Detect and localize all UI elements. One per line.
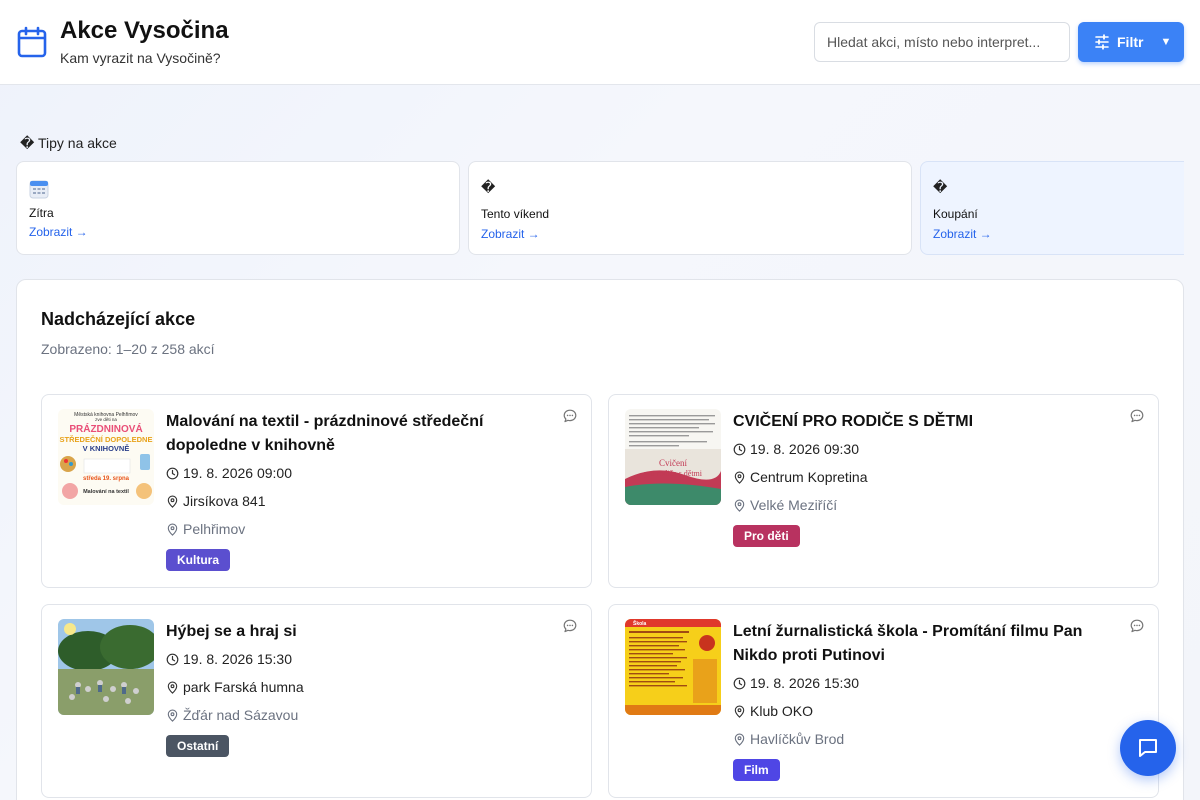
clock-icon [166, 467, 179, 479]
tip-link-weekend[interactable]: Zobrazit → [481, 227, 540, 241]
tip-link-tomorrow[interactable]: Zobrazit → [29, 225, 88, 239]
map-pin-icon [167, 708, 178, 722]
map-pin-icon [167, 680, 178, 694]
event-city: Velké Meziříčí [750, 497, 838, 513]
event-city: Havlíčkův Brod [750, 731, 845, 747]
event-card[interactable]: Škola Letní žurnalistická škola - Promít… [608, 604, 1159, 798]
filter-button[interactable]: Filtr ▼ [1078, 22, 1184, 62]
comment-icon[interactable] [1129, 408, 1145, 424]
app-header: Akce Vysočina Kam vyrazit na Vysočině? F… [0, 0, 1200, 85]
event-title[interactable]: Malování na textil - prázdninové středeč… [166, 410, 546, 458]
chevron-down-icon: ▼ [1160, 36, 1172, 48]
event-datetime-row: 19. 8. 2026 09:00 [166, 465, 292, 481]
event-venue: park Farská humna [183, 679, 304, 695]
tip-card-weekend[interactable]: � Tento víkend Zobrazit → [468, 161, 912, 255]
thumb-text: STŘEDEČNÍ DOPOLEDNE [60, 435, 153, 444]
comment-icon[interactable] [562, 408, 578, 424]
thumb-text: Škola [633, 619, 647, 627]
clock-icon [733, 443, 746, 455]
event-datetime: 19. 8. 2026 15:30 [750, 675, 859, 691]
category-badge[interactable]: Ostatní [166, 735, 230, 757]
clock-icon [733, 677, 746, 689]
event-city-row: Pelhřimov [166, 521, 245, 537]
thumb-text: středa 19. srpna [83, 476, 130, 482]
thumb-text: Malování na textil [83, 489, 129, 495]
event-card[interactable]: Městská knihovna Pelhřimov zve děti na P… [41, 394, 592, 588]
missing-glyph-icon: � [933, 179, 948, 195]
event-datetime: 19. 8. 2026 15:30 [183, 651, 292, 667]
map-pin-icon [734, 704, 745, 718]
filter-label: Filtr [1117, 34, 1144, 50]
event-card[interactable]: Cvičení pro rodiče s dětmi CVIČENÍ PRO R… [608, 394, 1159, 588]
events-count: Zobrazeno: 1–20 z 258 akcí [41, 341, 215, 357]
event-datetime-row: 19. 8. 2026 15:30 [166, 651, 292, 667]
thumb-text: zve děti na [95, 417, 117, 422]
category-badge[interactable]: Kultura [166, 549, 230, 571]
app-subtitle: Kam vyrazit na Vysočině? [60, 50, 221, 66]
event-venue-row: park Farská humna [166, 679, 304, 695]
event-datetime-row: 19. 8. 2026 09:30 [733, 441, 859, 457]
map-pin-icon [734, 498, 745, 512]
category-badge[interactable]: Pro děti [733, 525, 800, 547]
event-venue: Klub OKO [750, 703, 814, 719]
event-thumbnail[interactable]: Cvičení pro rodiče s dětmi [625, 409, 721, 505]
chat-icon [1139, 739, 1157, 757]
map-pin-icon [734, 470, 745, 484]
events-panel: Nadcházející akce Zobrazeno: 1–20 z 258 … [16, 279, 1184, 800]
event-card[interactable]: Hýbej se a hraj si 19. 8. 2026 15:30 par… [41, 604, 592, 798]
category-badge[interactable]: Film [733, 759, 780, 781]
thumb-text: V KNIHOVNĚ [83, 444, 130, 453]
tip-label-weekend: Tento víkend [481, 207, 550, 221]
tip-link-swimming[interactable]: Zobrazit → [933, 227, 992, 241]
events-title: Nadcházející akce [41, 309, 196, 329]
tip-label-tomorrow: Zítra [29, 206, 54, 220]
event-thumbnail[interactable]: Škola [625, 619, 721, 715]
tip-label-swimming: Koupání [933, 207, 978, 221]
calendar-icon [29, 180, 49, 199]
event-venue-row: Jirsíkova 841 [166, 493, 265, 509]
event-venue-row: Klub OKO [733, 703, 813, 719]
calendar-icon [17, 26, 47, 58]
event-datetime: 19. 8. 2026 09:30 [750, 441, 859, 457]
event-venue-row: Centrum Kopretina [733, 469, 868, 485]
comment-icon[interactable] [1129, 618, 1145, 634]
map-pin-icon [734, 732, 745, 746]
tips-heading: � Tipy na akce [20, 135, 117, 151]
event-title[interactable]: Letní žurnalistická škola - Promítání fi… [733, 620, 1113, 668]
chat-button[interactable] [1120, 720, 1176, 776]
event-title[interactable]: CVIČENÍ PRO RODIČE S DĚTMI [733, 410, 1113, 434]
thumb-text: pro rodiče s dětmi [644, 469, 703, 478]
event-venue: Centrum Kopretina [750, 469, 868, 485]
clock-icon [166, 653, 179, 665]
app-title: Akce Vysočina [60, 17, 229, 44]
event-city-row: Velké Meziříčí [733, 497, 837, 513]
map-pin-icon [167, 522, 178, 536]
thumb-text: Cvičení [659, 458, 687, 468]
sliders-icon [1095, 34, 1109, 50]
comment-icon[interactable] [562, 618, 578, 634]
thumb-text: PRÁZDNINOVÁ [69, 422, 142, 435]
event-datetime-row: 19. 8. 2026 15:30 [733, 675, 859, 691]
event-venue: Jirsíkova 841 [183, 493, 266, 509]
event-city-row: Havlíčkův Brod [733, 731, 844, 747]
event-city: Pelhřimov [183, 521, 246, 537]
missing-glyph-icon: � [481, 179, 496, 195]
event-thumbnail[interactable]: Městská knihovna Pelhřimov zve děti na P… [58, 409, 154, 505]
event-title[interactable]: Hýbej se a hraj si [166, 620, 546, 644]
tip-card-swimming[interactable]: � Koupání Zobrazit → [920, 161, 1184, 255]
event-city: Žďár nad Sázavou [183, 707, 299, 723]
tip-card-tomorrow[interactable]: Zítra Zobrazit → [16, 161, 460, 255]
event-datetime: 19. 8. 2026 09:00 [183, 465, 292, 481]
map-pin-icon [167, 494, 178, 508]
event-city-row: Žďár nad Sázavou [166, 707, 298, 723]
search-input[interactable] [814, 22, 1070, 62]
event-thumbnail[interactable] [58, 619, 154, 715]
